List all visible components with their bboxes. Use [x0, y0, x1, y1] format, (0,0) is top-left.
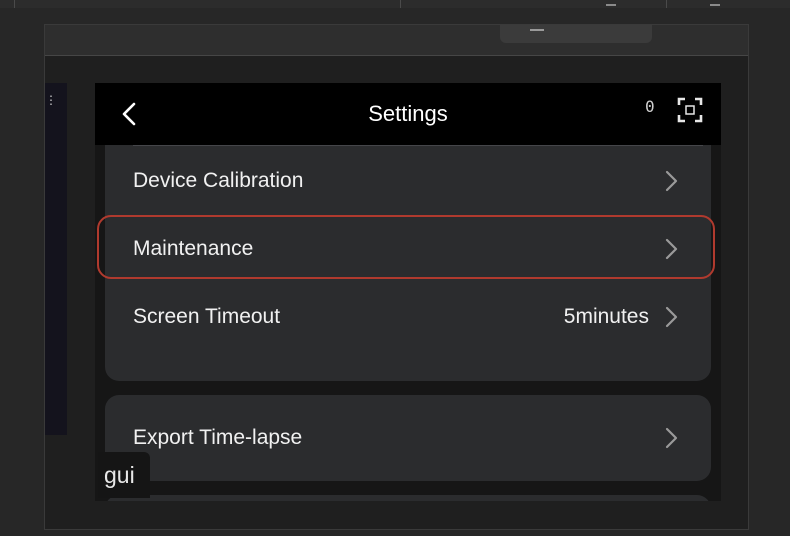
toolbar-glyph-icon — [710, 0, 720, 6]
setting-row-label: Maintenance — [133, 237, 254, 260]
toolbar-separator — [400, 0, 401, 8]
host-toolbar-strip — [0, 0, 790, 8]
setting-row-maintenance[interactable]: Maintenance — [97, 215, 715, 283]
counter-readout: 0 — [645, 97, 655, 116]
fullscreen-icon[interactable] — [675, 95, 705, 125]
page-title: Settings — [368, 101, 448, 126]
gui-overlay-label: gui — [98, 452, 150, 498]
emulator-window: ⋮ Device Calibration Maintenance Screen … — [44, 24, 749, 530]
app-bar: Settings 0 — [95, 83, 721, 145]
next-card — [105, 495, 711, 501]
chevron-right-icon — [665, 306, 678, 328]
device-screen: Device Calibration Maintenance Screen Ti… — [95, 83, 721, 501]
chevron-right-icon — [665, 170, 678, 192]
tab-icon — [530, 25, 544, 31]
chevron-left-icon — [122, 102, 136, 126]
drag-handle-icon[interactable]: ⋮ — [45, 94, 57, 106]
settings-card: Device Calibration Maintenance Screen Ti… — [97, 123, 715, 381]
chevron-right-icon — [665, 427, 678, 449]
toolbar-glyph-icon — [606, 0, 616, 6]
setting-row-label: Device Calibration — [133, 169, 304, 192]
setting-row-export-time-lapse[interactable]: Export Time-lapse — [105, 404, 711, 472]
toolbar-separator — [14, 0, 15, 8]
divider — [133, 145, 703, 146]
setting-row-device-calibration[interactable]: Device Calibration — [105, 147, 711, 215]
back-button[interactable] — [115, 99, 145, 129]
left-preview-panel: ⋮ — [45, 83, 67, 435]
header-tab[interactable] — [500, 25, 652, 43]
setting-row-label: Screen Timeout — [133, 305, 281, 328]
setting-row-screen-timeout[interactable]: Screen Timeout 5minutes — [105, 283, 711, 351]
toolbar-separator — [666, 0, 667, 8]
window-header — [45, 25, 748, 56]
setting-row-value: 5minutes — [563, 305, 649, 328]
chevron-right-icon — [665, 238, 678, 260]
setting-row-label: Export Time-lapse — [133, 426, 303, 449]
export-card: Export Time-lapse — [105, 395, 711, 481]
